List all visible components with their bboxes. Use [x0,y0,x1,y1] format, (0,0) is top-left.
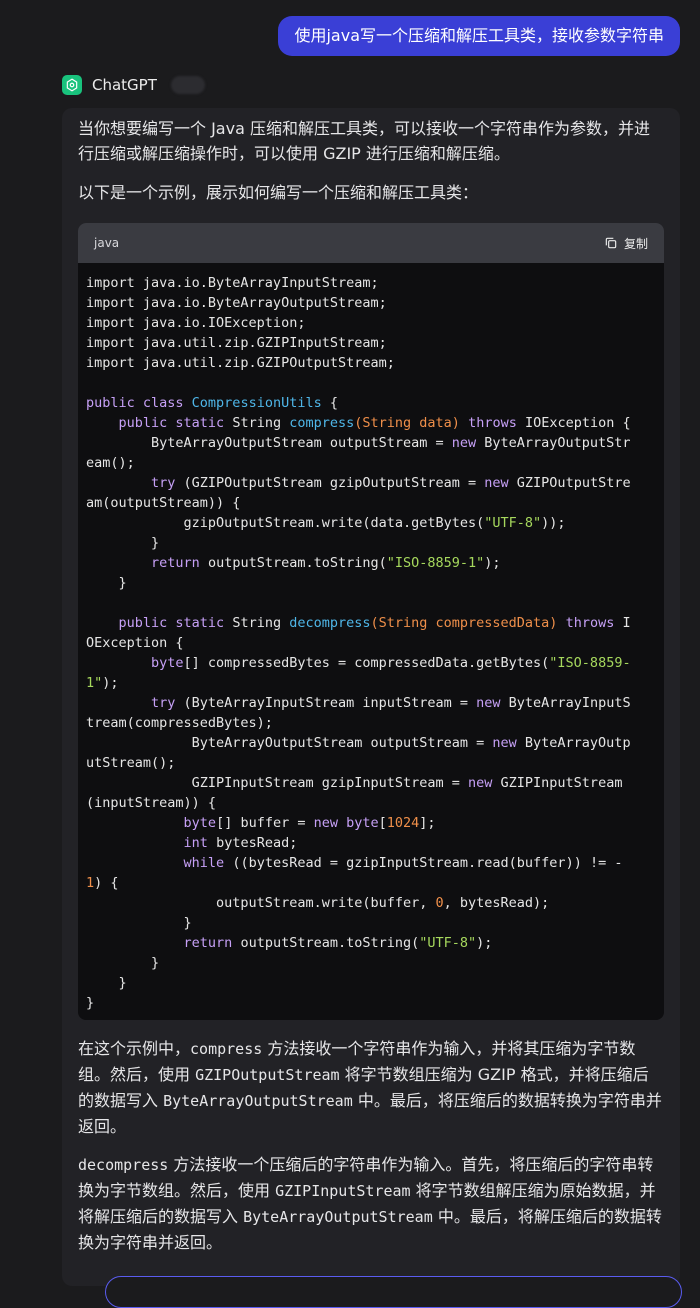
inline-code-bytearrayoutputstream-2: ByteArrayOutputStream [243,1208,433,1226]
code-line: } [86,975,127,991]
code-line: import java.util.zip.GZIPInputStream; [86,335,387,351]
inline-code-compress: compress [190,1040,263,1058]
redacted-badge [170,76,205,94]
code-line: ByteArrayOutputStream outputStream = new… [86,735,631,751]
inline-code-gzipoutputstream: GZIPOutputStream [195,1066,340,1084]
inline-code-gzipinputstream: GZIPInputStream [275,1182,411,1200]
code-line: byte[] buffer = new byte[1024]; [183,815,436,831]
assistant-name: ChatGPT [92,76,157,94]
code-line: OException { [86,635,184,651]
assistant-header: ChatGPT [62,75,205,95]
inline-code-decompress: decompress [78,1156,169,1174]
code-line: import java.io.ByteArrayInputStream; [86,275,379,291]
code-line: } [86,955,160,971]
code-line: am(outputStream)) { [86,495,241,511]
code-content: import java.io.ByteArrayInputStream; imp… [78,263,664,1020]
code-block: java 复制 import java.io.ByteArrayInputStr… [78,223,664,1020]
outro-paragraph-1: 在这个示例中，compress 方法接收一个字符串作为输入，并将其压缩为字节数组… [78,1039,662,1136]
message-input-box[interactable] [105,1276,682,1308]
code-line: import java.util.zip.GZIPOutputStream; [86,355,395,371]
code-line: } [86,915,192,931]
code-line: outputStream.write(buffer, 0, bytesRead)… [86,895,550,911]
code-line: } [86,535,160,551]
code-line: try (ByteArrayInputStream inputStream = … [151,695,631,711]
intro-paragraph-2: 以下是一个示例，展示如何编写一个压缩和解压工具类： [78,183,479,202]
user-message-bubble: 使用java写一个压缩和解压工具类，接收参数字符串 [278,16,680,56]
code-line: ByteArrayOutputStream outputStream = new… [86,435,631,451]
code-line: gzipOutputStream.write(data.getBytes("UT… [86,515,566,531]
code-line: GZIPInputStream gzipInputStream = new GZ… [86,775,623,791]
code-line: (inputStream)) { [86,795,217,811]
user-message-row: 使用java写一个压缩和解压工具类，接收参数字符串 [278,16,680,56]
code-line: 1) { [86,875,119,891]
code-line: 1"); [86,675,119,691]
intro-paragraph-1: 当你想要编写一个 Java 压缩和解压工具类，可以接收一个字符串作为参数，并进行… [78,119,650,163]
code-line: tream(compressedBytes); [86,715,273,731]
code-block-header: java 复制 [78,223,664,263]
code-line: } [86,575,127,591]
copy-label: 复制 [623,236,648,251]
copy-icon [605,237,617,249]
assistant-message: 当你想要编写一个 Java 压缩和解压工具类，可以接收一个字符串作为参数，并进行… [62,108,680,1286]
outro-paragraph-2: decompress 方法接收一个压缩后的字符串作为输入。首先，将压缩后的字符串… [78,1155,662,1252]
code-line: eam(); [86,455,135,471]
code-line: import java.io.IOException; [86,315,306,331]
code-line: return outputStream.toString("UTF-8"); [183,935,493,951]
code-line: return outputStream.toString("ISO-8859-1… [151,555,501,571]
code-line: public class CompressionUtils { [86,395,338,411]
code-line: byte[] compressedBytes = compressedData.… [151,655,631,671]
code-line: } [86,995,95,1011]
chatgpt-logo-icon [62,75,82,95]
code-line: import java.io.ByteArrayOutputStream; [86,295,387,311]
code-line: public static String decompress(String c… [118,615,631,631]
code-line: int bytesRead; [183,835,298,851]
code-language-label: java [94,236,120,250]
code-line: utStream(); [86,755,176,771]
code-line: public static String compress(String dat… [118,415,631,431]
code-line: try (GZIPOutputStream gzipOutputStream =… [151,475,631,491]
copy-code-button[interactable]: 复制 [604,235,648,252]
inline-code-bytearrayoutputstream: ByteArrayOutputStream [163,1092,353,1110]
code-line: while ((bytesRead = gzipInputStream.read… [183,855,623,871]
